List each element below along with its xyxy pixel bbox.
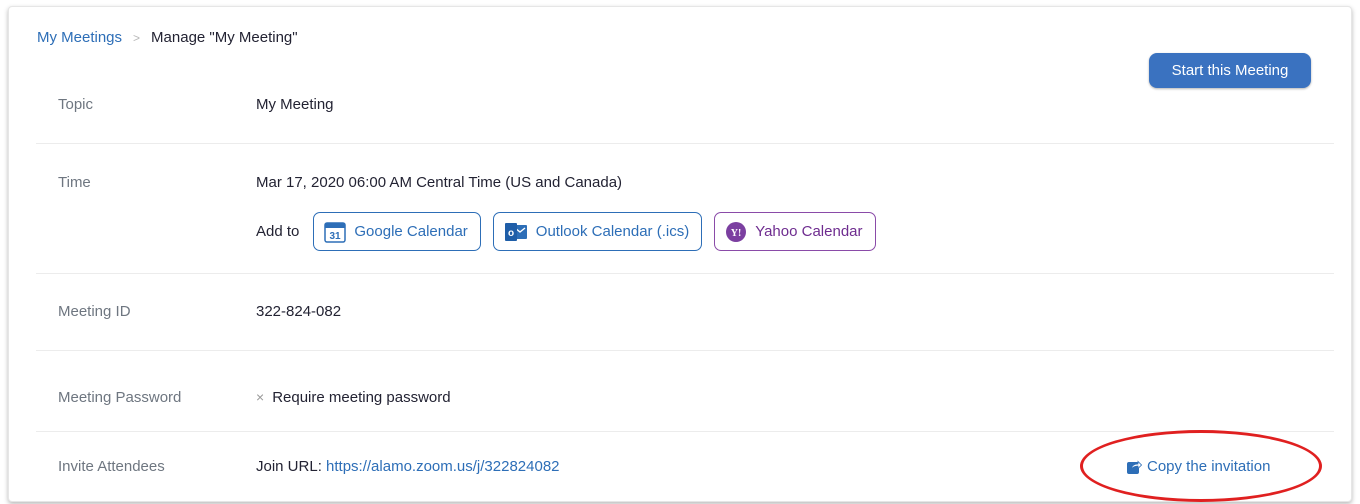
yahoo-calendar-icon: Y! <box>725 221 747 243</box>
meeting-password-label: Meeting Password <box>58 389 182 406</box>
meeting-password-row: Meeting Password × Require meeting passwo… <box>36 351 1334 432</box>
meeting-id-label: Meeting ID <box>58 303 131 320</box>
google-calendar-button[interactable]: 31 Google Calendar <box>313 212 481 251</box>
add-to-label: Add to <box>256 223 300 240</box>
yahoo-calendar-button[interactable]: Y! Yahoo Calendar <box>714 212 876 251</box>
yahoo-calendar-label: Yahoo Calendar <box>755 223 863 240</box>
outlook-calendar-icon: o <box>504 222 528 242</box>
topic-label: Topic <box>58 96 94 113</box>
share-icon <box>1127 460 1142 474</box>
meeting-password-value: × Require meeting password <box>256 389 451 406</box>
time-label: Time <box>58 174 91 191</box>
copy-invitation-label: Copy the invitation <box>1147 458 1271 475</box>
invite-attendees-label: Invite Attendees <box>58 458 165 475</box>
topic-value: My Meeting <box>256 96 334 113</box>
breadcrumb-my-meetings-link[interactable]: My Meetings <box>37 29 122 46</box>
google-calendar-icon-text: 31 <box>330 231 342 242</box>
outlook-calendar-icon-text: o <box>508 228 514 239</box>
meeting-id-value: 322-824-082 <box>256 303 342 320</box>
outlook-calendar-label: Outlook Calendar (.ics) <box>535 223 690 240</box>
google-calendar-label: Google Calendar <box>354 223 468 240</box>
breadcrumb-separator: > <box>133 30 141 45</box>
copy-invitation-button[interactable]: Copy the invitation <box>1126 458 1270 475</box>
join-url-link[interactable]: https://alamo.zoom.us/j/322824082 <box>326 458 559 475</box>
meeting-id-row: Meeting ID 322-824-082 <box>36 274 1334 351</box>
outlook-calendar-button[interactable]: o Outlook Calendar (.ics) <box>492 212 703 251</box>
join-url-line: Join URL: https://alamo.zoom.us/j/322824… <box>256 458 560 475</box>
yahoo-calendar-icon-text: Y! <box>731 228 742 239</box>
breadcrumb-current: Manage "My Meeting" <box>151 29 298 46</box>
topic-row: Topic My Meeting <box>36 56 1334 144</box>
add-to-calendar-bar: Add to 31 Google Calendar o Outlook Cale… <box>256 212 888 251</box>
password-requirement-text: Require meeting password <box>272 389 451 406</box>
join-url-prefix: Join URL: <box>256 458 322 475</box>
google-calendar-icon: 31 <box>324 221 347 243</box>
time-row: Time Mar 17, 2020 06:00 AM Central Time … <box>36 144 1334 274</box>
close-icon: × <box>256 389 265 405</box>
breadcrumb: My Meetings > Manage "My Meeting" <box>37 29 298 46</box>
time-value: Mar 17, 2020 06:00 AM Central Time (US a… <box>256 174 623 191</box>
